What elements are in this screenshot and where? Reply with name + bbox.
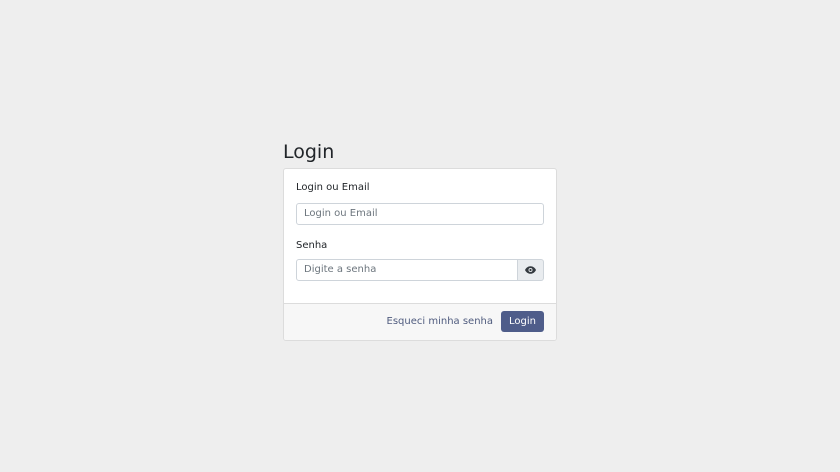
login-form: Login ou Email Senha <box>284 169 556 303</box>
login-field-group: Login ou Email <box>296 182 544 225</box>
password-input-group <box>296 258 544 281</box>
password-input[interactable] <box>296 258 518 281</box>
show-password-button[interactable] <box>518 258 544 281</box>
login-card: Login ou Email Senha <box>283 168 557 341</box>
login-panel: Login Login ou Email Senha <box>283 140 557 341</box>
page-title: Login <box>283 141 335 163</box>
login-email-input[interactable] <box>296 202 544 225</box>
login-button[interactable]: Login <box>501 311 544 332</box>
password-field-group: Senha <box>296 240 544 281</box>
login-card-footer: Esqueci minha senha Login <box>284 302 556 340</box>
login-page: Login Login ou Email Senha <box>0 0 840 472</box>
eye-icon <box>525 262 536 277</box>
password-field-label: Senha <box>296 239 328 251</box>
forgot-password-link[interactable]: Esqueci minha senha <box>387 316 494 327</box>
login-field-label: Login ou Email <box>296 182 370 193</box>
